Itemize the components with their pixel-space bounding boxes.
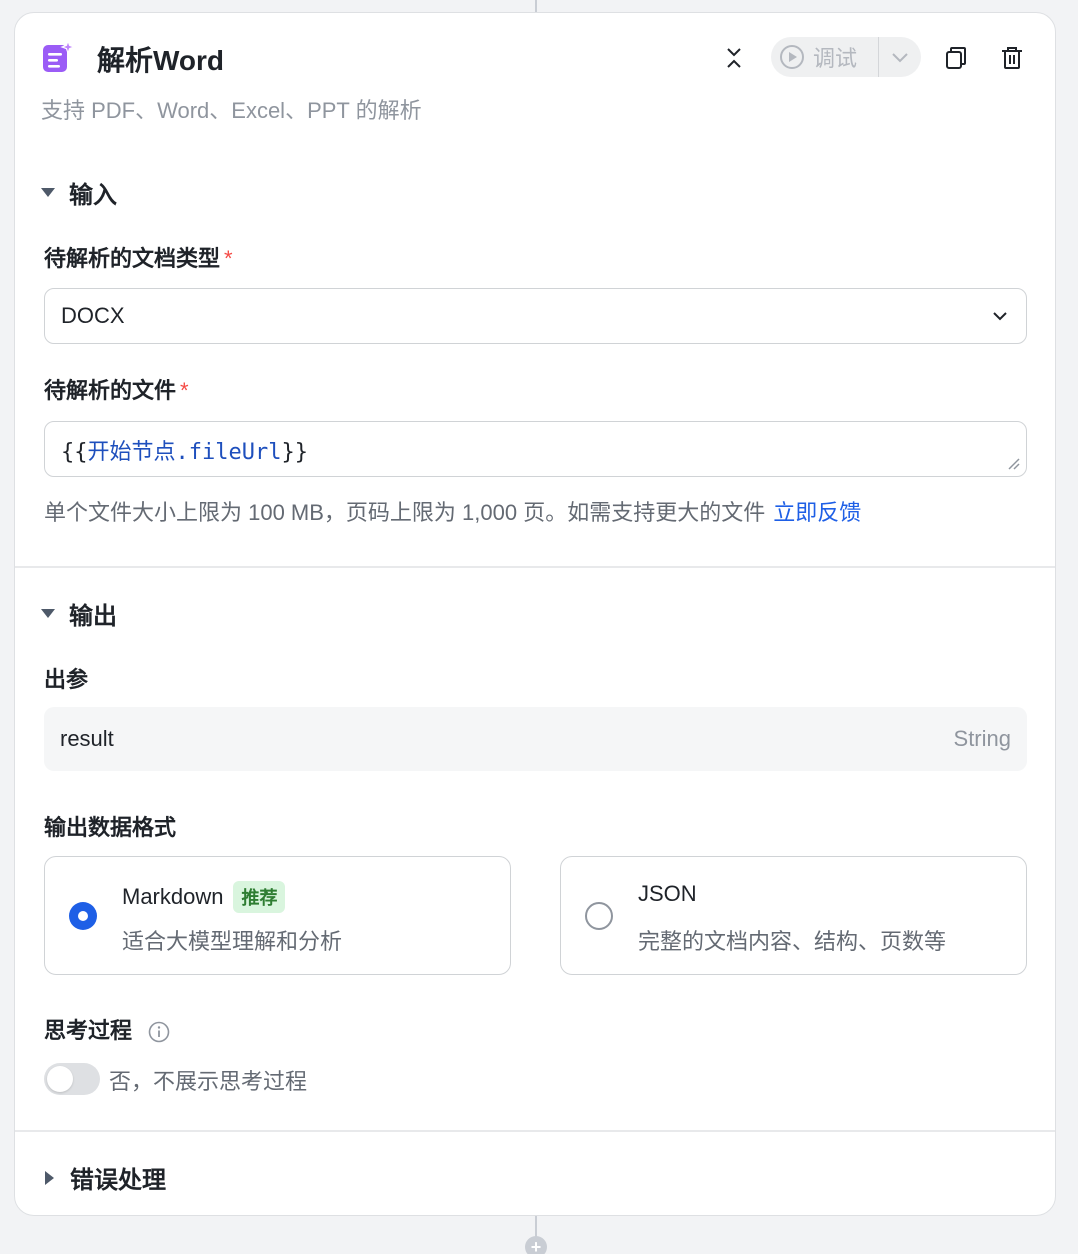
- document-magic-icon: [43, 40, 75, 72]
- file-limit-hint: 单个文件大小上限为 100 MB，页码上限为 1,000 页。如需支持更大的文件…: [44, 495, 861, 527]
- debug-label: 调试: [813, 46, 858, 71]
- output-format-label: 输出数据格式: [44, 815, 177, 840]
- node-description: 支持 PDF、Word、Excel、PPT 的解析: [41, 98, 422, 123]
- file-value-ref: 开始节点.fileUrl: [87, 440, 282, 465]
- format-title-text: Markdown: [122, 884, 224, 909]
- thinking-label-text: 思考过程: [44, 1018, 133, 1043]
- chevron-down-icon: [993, 312, 1007, 321]
- format-title: Markdown 推荐: [122, 881, 286, 913]
- required-mark: *: [180, 378, 189, 403]
- debug-dropdown-button[interactable]: [879, 37, 921, 77]
- feedback-link[interactable]: 立即反馈: [773, 500, 861, 525]
- copy-icon[interactable]: [941, 43, 971, 73]
- divider: [15, 1130, 1055, 1132]
- node-header: 解析Word 支持 PDF、Word、Excel、PPT 的解析 调试: [15, 13, 1055, 143]
- doc-type-select[interactable]: DOCX: [44, 288, 1027, 344]
- output-param-type: String: [953, 726, 1011, 751]
- format-title: JSON: [638, 881, 697, 907]
- recommended-badge: 推荐: [233, 881, 286, 913]
- input-section-toggle[interactable]: 输入: [41, 175, 117, 210]
- file-limit-hint-text: 单个文件大小上限为 100 MB，页码上限为 1,000 页。如需支持更大的文件: [44, 500, 766, 525]
- error-section-toggle[interactable]: 错误处理: [41, 1160, 166, 1195]
- input-section-title: 输入: [69, 182, 117, 209]
- error-section-title: 错误处理: [70, 1167, 166, 1194]
- radio-checked[interactable]: [69, 902, 97, 930]
- caret-right-icon: [45, 1170, 54, 1185]
- thinking-toggle-label: 否，不展示思考过程: [109, 1069, 308, 1094]
- trash-icon[interactable]: [997, 43, 1027, 73]
- file-label-text: 待解析的文件: [44, 378, 177, 403]
- add-node-button[interactable]: +: [525, 1236, 547, 1254]
- play-circle-icon: [780, 45, 804, 69]
- collapse-icon[interactable]: [719, 43, 749, 73]
- file-label: 待解析的文件 *: [44, 373, 189, 405]
- format-option-markdown[interactable]: Markdown 推荐 适合大模型理解和分析: [44, 856, 511, 975]
- output-param-label: 出参: [44, 667, 89, 692]
- doc-type-label-text: 待解析的文档类型: [44, 246, 221, 271]
- info-icon[interactable]: [148, 1021, 170, 1043]
- format-description: 完整的文档内容、结构、页数等: [638, 929, 947, 954]
- thinking-label: 思考过程: [44, 1013, 170, 1045]
- file-value-suffix: }}: [281, 440, 308, 465]
- output-param-row: result String: [44, 707, 1027, 771]
- output-section-title: 输出: [69, 603, 117, 630]
- chevron-down-icon: [892, 53, 908, 63]
- node-card: 解析Word 支持 PDF、Word、Excel、PPT 的解析 调试 输入 待…: [14, 12, 1056, 1216]
- format-description: 适合大模型理解和分析: [122, 929, 343, 954]
- file-url-input[interactable]: {{开始节点.fileUrl}}: [44, 421, 1027, 477]
- debug-button[interactable]: 调试: [771, 37, 879, 77]
- format-title-text: JSON: [638, 881, 697, 906]
- format-option-json[interactable]: JSON 完整的文档内容、结构、页数等: [560, 856, 1027, 975]
- output-section-toggle[interactable]: 输出: [41, 596, 117, 631]
- radio-unchecked[interactable]: [585, 902, 613, 930]
- doc-type-value: DOCX: [61, 303, 125, 328]
- file-value-prefix: {{: [61, 440, 88, 465]
- resize-handle-icon[interactable]: [1006, 456, 1020, 470]
- divider: [15, 566, 1055, 568]
- thinking-toggle[interactable]: [44, 1063, 100, 1095]
- output-param-name: result: [60, 726, 114, 751]
- required-mark: *: [224, 246, 233, 271]
- node-title: 解析Word: [97, 45, 225, 76]
- caret-down-icon: [41, 609, 55, 618]
- toggle-knob: [47, 1066, 73, 1092]
- doc-type-label: 待解析的文档类型 *: [44, 241, 233, 273]
- caret-down-icon: [41, 188, 55, 197]
- debug-button-group: 调试: [771, 37, 921, 77]
